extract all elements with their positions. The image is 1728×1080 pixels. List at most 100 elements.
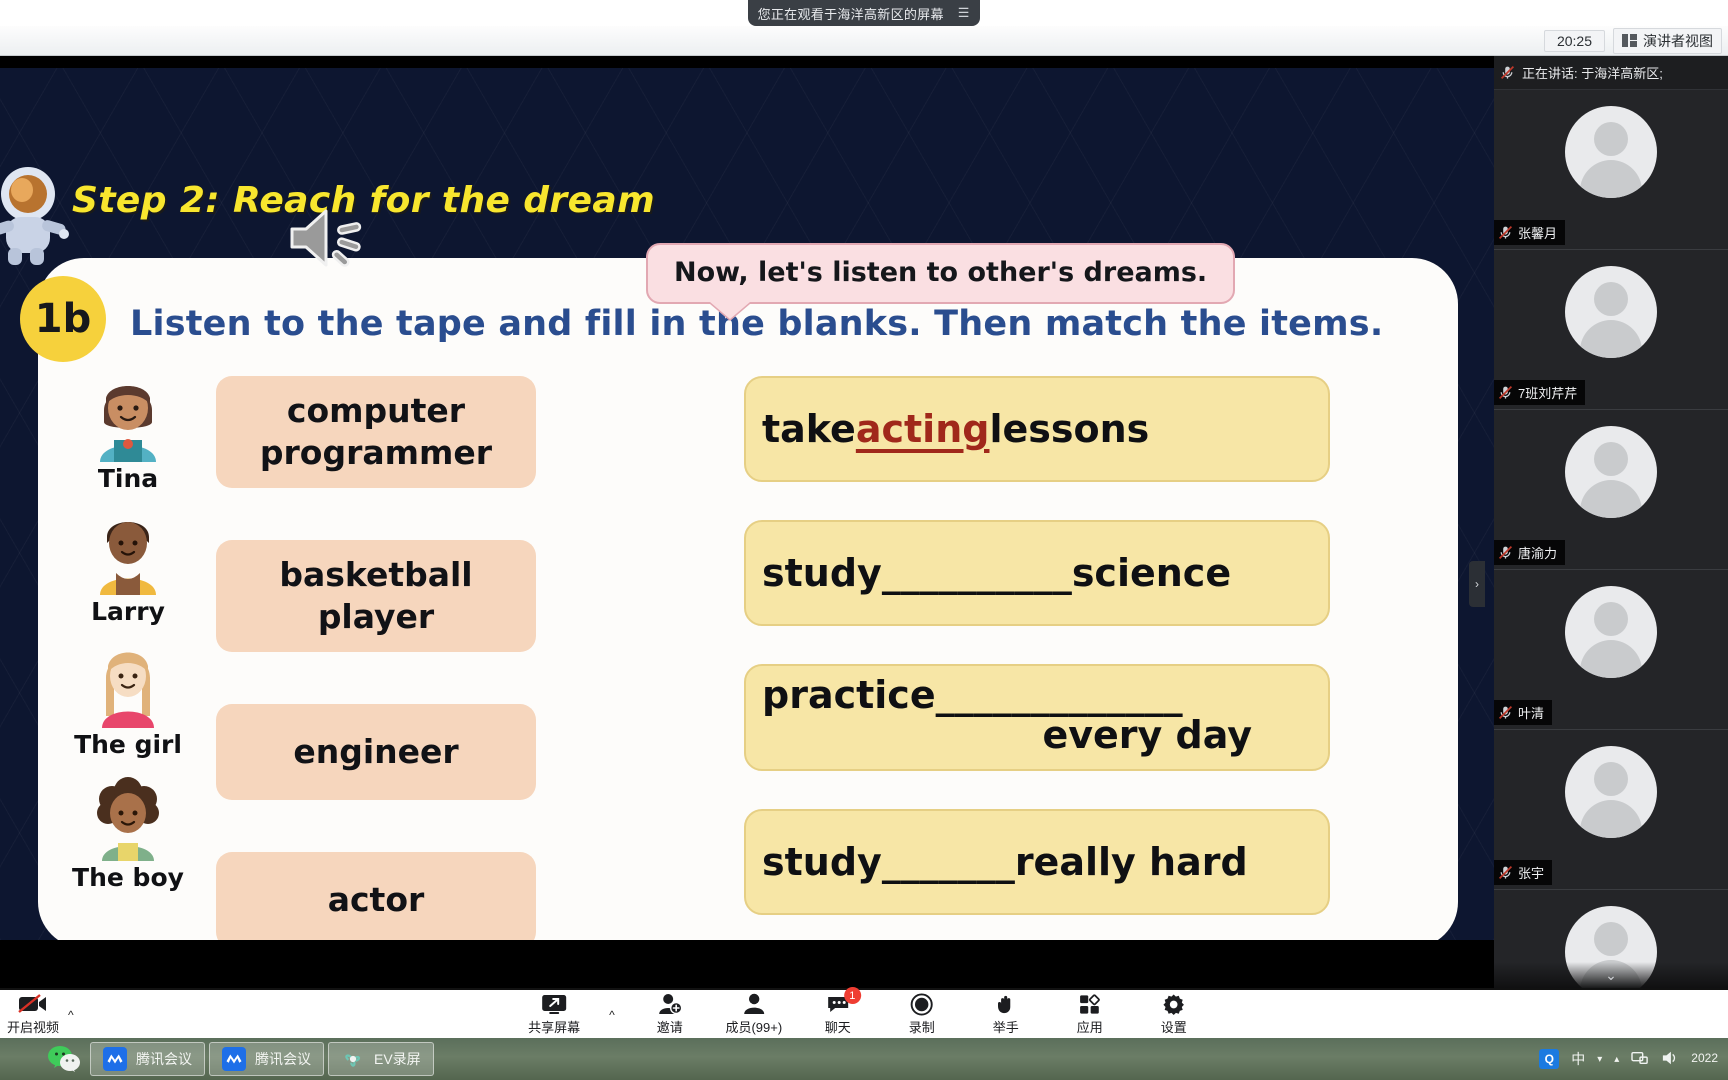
- mic-off-icon: [1498, 545, 1513, 560]
- raise-hand-button[interactable]: 举手: [977, 992, 1035, 1036]
- character-item: The boy: [48, 769, 208, 892]
- toggle-video-button[interactable]: 开启视频: [4, 992, 62, 1036]
- taskbar-app-ev-recorder[interactable]: EV录屏: [328, 1042, 434, 1076]
- character-name: Larry: [91, 597, 165, 626]
- record-label: 录制: [908, 1020, 935, 1035]
- answer-option[interactable]: study _______ really hard: [744, 808, 1330, 915]
- settings-button[interactable]: 设置: [1145, 992, 1203, 1036]
- participant-tile[interactable]: 7班刘芹芹: [1494, 250, 1728, 410]
- members-icon: [742, 992, 766, 1016]
- chat-button[interactable]: 1 聊天: [809, 987, 867, 1036]
- tencent-meeting-icon: [103, 1047, 127, 1071]
- active-speaker-bar: 正在讲话: 于海洋高新区;: [1494, 56, 1728, 90]
- job-options-column: computer programmer basketball player en…: [216, 376, 536, 940]
- tray-date[interactable]: 2022: [1691, 1051, 1718, 1066]
- participant-tile[interactable]: 叶清: [1494, 570, 1728, 730]
- mic-off-icon: [1498, 225, 1513, 240]
- ev-recorder-icon: [341, 1047, 365, 1071]
- volume-icon[interactable]: [1661, 1050, 1679, 1069]
- answer-options-column: take acting lessons study __________ scie…: [744, 376, 1330, 940]
- character-item: Larry: [48, 503, 208, 626]
- participant-label: 张馨月: [1494, 220, 1566, 245]
- chevron-up-icon[interactable]: ^: [68, 1008, 74, 1036]
- mic-off-icon: [1498, 865, 1513, 880]
- shared-screen-area: Step 2: Reach for the dream 1b Listen to…: [0, 56, 1494, 988]
- record-button[interactable]: 录制: [893, 992, 951, 1036]
- audio-speaker-icon[interactable]: [286, 203, 376, 273]
- answer-option[interactable]: take acting lessons: [744, 376, 1330, 482]
- slide-content-card: 1b Listen to the tape and fill in the bl…: [20, 243, 1458, 940]
- meeting-clock: 20:25: [1543, 29, 1605, 52]
- windows-taskbar: 腾讯会议 腾讯会议 EV录屏 Q 中 ▾ ▴ 2022: [0, 1038, 1728, 1080]
- exercise-instruction: Listen to the tape and fill in the blank…: [130, 304, 1384, 344]
- participant-tile[interactable]: 张馨月: [1494, 90, 1728, 250]
- tray-expand-icon[interactable]: ▴: [1614, 1054, 1619, 1065]
- exercise-number-badge: 1b: [20, 276, 106, 362]
- taskbar-app-tencent-meeting-1[interactable]: 腾讯会议: [90, 1042, 205, 1076]
- participant-tile[interactable]: 唐渝力: [1494, 410, 1728, 570]
- answer-blank: _______: [881, 839, 1015, 884]
- girl-brown-bob-avatar: [80, 370, 176, 462]
- share-screen-label: 共享屏幕: [528, 1020, 581, 1035]
- answer-suffix: lessons: [989, 406, 1150, 451]
- job-option[interactable]: actor: [216, 852, 536, 940]
- answer-suffix: science: [1071, 550, 1232, 595]
- taskbar-app-tencent-meeting-2[interactable]: 腾讯会议: [209, 1042, 324, 1076]
- character-item: Tina: [48, 370, 208, 493]
- girl-long-blonde-avatar: [80, 636, 176, 728]
- character-item: The girl: [48, 636, 208, 759]
- chat-label: 聊天: [824, 1020, 851, 1035]
- avatar: [1565, 106, 1657, 198]
- participant-name: 张馨月: [1518, 226, 1558, 241]
- panel-collapse-handle[interactable]: ›: [1469, 561, 1485, 607]
- avatar: [1565, 426, 1657, 518]
- character-name: The girl: [74, 730, 182, 759]
- screen-share-banner: 您正在观看于海洋高新区的屏幕 ☰: [0, 0, 1728, 26]
- raise-hand-icon: [994, 992, 1017, 1016]
- participant-name: 7班刘芹芹: [1518, 386, 1578, 401]
- mic-off-icon: [1500, 65, 1515, 80]
- chevron-down-icon[interactable]: ▾: [1597, 1054, 1602, 1065]
- character-name: The boy: [72, 863, 184, 892]
- toolbar-actions: 共享屏幕 ^ 邀请 成员(99+) 1 聊天 录制 举手 应用 设置: [525, 987, 1203, 1036]
- job-option[interactable]: basketball player: [216, 540, 536, 652]
- speaker-view-button[interactable]: 演讲者视图: [1613, 27, 1722, 54]
- job-option[interactable]: computer programmer: [216, 376, 536, 488]
- taskbar-app-label: 腾讯会议: [255, 1051, 311, 1067]
- avatar: [1565, 586, 1657, 678]
- answer-prefix: take: [762, 406, 856, 451]
- share-screen-button[interactable]: 共享屏幕: [525, 992, 583, 1036]
- participant-name: 张宇: [1518, 866, 1545, 881]
- answer-option[interactable]: study __________ science: [744, 520, 1330, 626]
- answer-blank: _____________: [935, 673, 1183, 717]
- chat-unread-badge: 1: [843, 987, 861, 1004]
- speech-bubble: Now, let's listen to other's dreams.: [646, 243, 1236, 304]
- members-button[interactable]: 成员(99+): [725, 992, 783, 1036]
- qq-ime-icon[interactable]: Q: [1539, 1049, 1560, 1069]
- character-list: Tina Larry The girl The boy: [48, 370, 208, 902]
- active-speaker-text: 正在讲话: 于海洋高新区;: [1522, 66, 1663, 81]
- system-tray: Q 中 ▾ ▴ 2022: [1539, 1049, 1724, 1069]
- job-option[interactable]: engineer: [216, 704, 536, 800]
- invite-button[interactable]: 邀请: [641, 992, 699, 1036]
- mic-off-icon: [1498, 705, 1513, 720]
- scroll-down-icon[interactable]: ⌄: [1494, 962, 1728, 988]
- record-icon: [910, 992, 933, 1016]
- answer-option[interactable]: practice_____________ every day: [744, 664, 1330, 771]
- wechat-icon[interactable]: [38, 1044, 90, 1074]
- network-icon[interactable]: [1631, 1050, 1649, 1069]
- participant-tile[interactable]: 张宇: [1494, 730, 1728, 890]
- participant-name: 叶清: [1518, 706, 1545, 721]
- screen-share-banner-pill[interactable]: 您正在观看于海洋高新区的屏幕 ☰: [747, 0, 981, 26]
- ime-mode-label[interactable]: 中: [1571, 1049, 1585, 1069]
- answer-suffix: every day: [1042, 713, 1252, 758]
- mic-off-icon: [1498, 385, 1513, 400]
- answer-prefix: study: [762, 550, 882, 595]
- apps-button[interactable]: 应用: [1061, 992, 1119, 1036]
- speaker-view-label: 演讲者视图: [1643, 32, 1713, 49]
- chevron-up-icon[interactable]: ^: [609, 1008, 615, 1036]
- boy-curly-hair-avatar: [80, 769, 176, 861]
- astronaut-icon: [0, 160, 76, 265]
- menu-icon[interactable]: ☰: [958, 5, 971, 21]
- participant-label: 唐渝力: [1494, 540, 1566, 565]
